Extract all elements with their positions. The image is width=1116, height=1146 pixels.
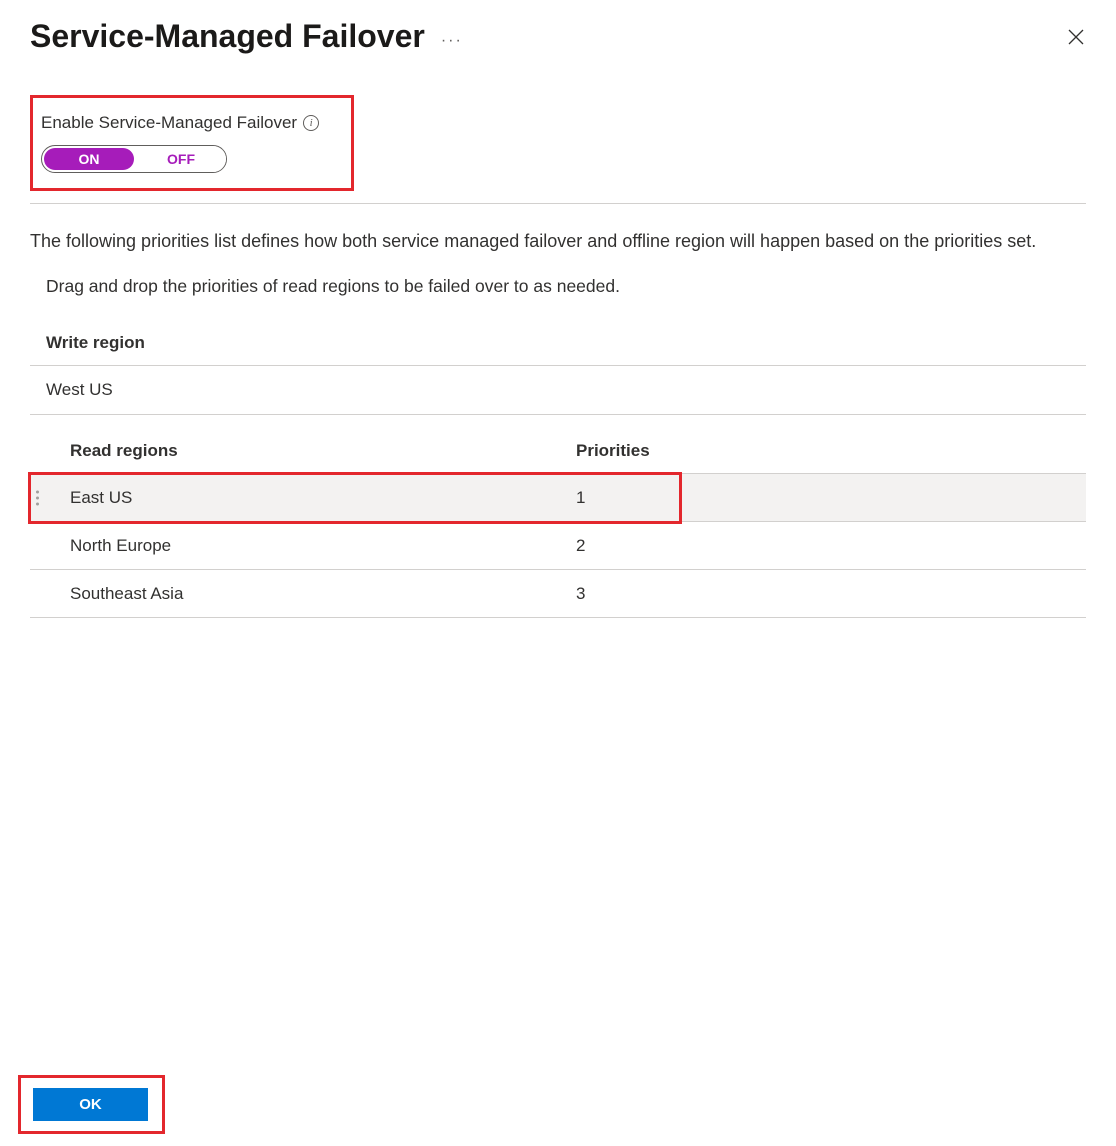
table-header-row: Read regions Priorities — [30, 441, 1086, 474]
toggle-on-option[interactable]: ON — [44, 148, 134, 170]
failover-toggle[interactable]: ON OFF — [41, 145, 227, 173]
close-icon[interactable] — [1066, 27, 1086, 47]
divider — [30, 203, 1086, 204]
toggle-off-option[interactable]: OFF — [136, 146, 226, 172]
read-region-row[interactable]: East US 1 — [30, 474, 1086, 522]
drag-instruction: Drag and drop the priorities of read reg… — [30, 276, 1086, 297]
read-regions-table: Read regions Priorities East US 1 North … — [30, 441, 1086, 618]
enable-failover-section: Enable Service-Managed Failover i ON OFF — [30, 95, 354, 191]
enable-failover-label: Enable Service-Managed Failover — [41, 113, 297, 133]
read-regions-column-header: Read regions — [30, 441, 576, 461]
more-icon[interactable]: ··· — [435, 24, 463, 50]
page-title: Service-Managed Failover — [30, 18, 425, 55]
drag-handle-icon[interactable] — [36, 490, 39, 505]
write-region-value: West US — [30, 366, 1086, 415]
region-name-cell: North Europe — [30, 536, 576, 556]
priority-cell: 2 — [576, 536, 585, 556]
read-region-row[interactable]: North Europe 2 — [30, 522, 1086, 570]
region-name-cell: East US — [30, 488, 576, 508]
write-region-header: Write region — [30, 319, 1086, 366]
read-region-row[interactable]: Southeast Asia 3 — [30, 570, 1086, 618]
ok-button[interactable]: OK — [33, 1088, 148, 1121]
priorities-description: The following priorities list defines ho… — [30, 228, 1086, 254]
region-name-cell: Southeast Asia — [30, 584, 576, 604]
title-wrap: Service-Managed Failover ··· — [30, 18, 463, 55]
footer: OK — [18, 1075, 165, 1134]
priority-cell: 1 — [576, 488, 585, 508]
enable-label-row: Enable Service-Managed Failover i — [41, 113, 343, 133]
priorities-column-header: Priorities — [576, 441, 650, 461]
priority-cell: 3 — [576, 584, 585, 604]
info-icon[interactable]: i — [303, 115, 319, 131]
panel-header: Service-Managed Failover ··· — [0, 0, 1116, 65]
panel-content: Enable Service-Managed Failover i ON OFF… — [0, 95, 1116, 618]
